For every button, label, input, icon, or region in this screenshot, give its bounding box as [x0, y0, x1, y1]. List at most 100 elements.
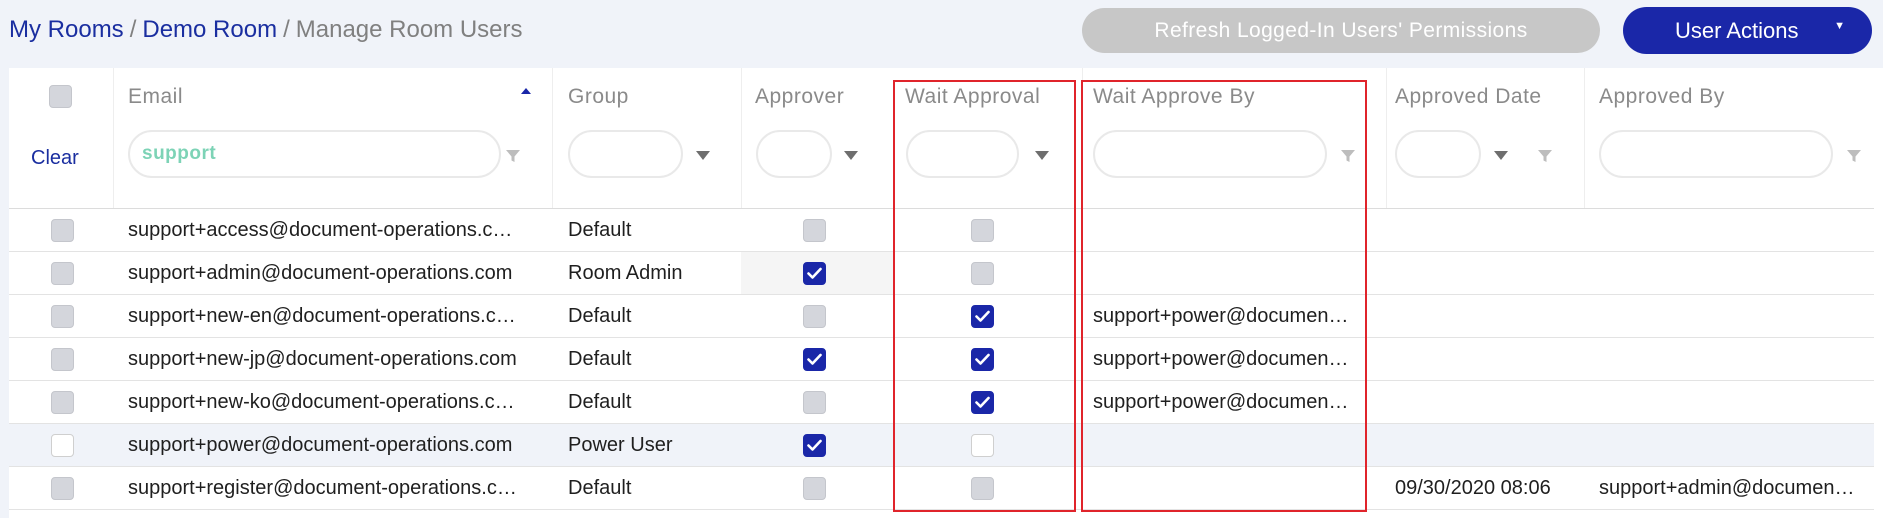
cell-group: Default: [568, 477, 632, 499]
cell-group: Default: [568, 219, 632, 241]
breadcrumb-separator: /: [283, 16, 290, 43]
row-select-checkbox[interactable]: [51, 219, 74, 242]
cell-group: Power User: [568, 434, 673, 456]
cell-approved-by: [1599, 381, 1869, 423]
cell-email: support+new-jp@document-operations.com: [128, 348, 517, 370]
column-header-email[interactable]: Email: [128, 85, 183, 109]
user-actions-label: User Actions: [1675, 18, 1799, 43]
refresh-permissions-button[interactable]: Refresh Logged-In Users' Permissions: [1082, 8, 1600, 53]
approved-date-filter-select[interactable]: [1395, 130, 1481, 178]
column-separator: [1082, 68, 1083, 209]
select-all-checkbox[interactable]: [49, 85, 72, 108]
dropdown-arrow-icon[interactable]: [1494, 151, 1508, 160]
cell-approved-date: [1395, 338, 1580, 380]
filter-funnel-icon[interactable]: [1340, 148, 1356, 164]
breadcrumb-demo-room[interactable]: Demo Room: [142, 16, 277, 43]
wait-approve-by-filter-input[interactable]: [1093, 130, 1327, 178]
approver-checkbox[interactable]: [803, 305, 826, 328]
table-row[interactable]: support+new-en@document-operations.c… Def…: [9, 295, 1874, 338]
cell-wait-approve-by: [1093, 467, 1371, 509]
wait-approval-checkbox[interactable]: [971, 219, 994, 242]
dropdown-arrow-icon[interactable]: [844, 151, 858, 160]
cell-email: support+access@document-operations.c…: [128, 219, 513, 241]
wait-approval-checkbox[interactable]: [971, 477, 994, 500]
user-actions-button[interactable]: User Actions ▼: [1623, 7, 1872, 54]
column-header-group[interactable]: Group: [568, 85, 629, 109]
cell-approved-by: [1599, 209, 1869, 251]
sort-ascending-icon[interactable]: [521, 88, 531, 94]
approver-checkbox[interactable]: [803, 391, 826, 414]
cell-wait-approve-by: [1093, 424, 1371, 466]
filter-funnel-icon[interactable]: [1846, 148, 1862, 164]
clear-filters-link[interactable]: Clear: [31, 147, 79, 170]
group-filter-select[interactable]: [568, 130, 683, 178]
cell-email: support+new-ko@document-operations.c…: [128, 391, 515, 413]
wait-approval-checkbox[interactable]: [971, 348, 994, 371]
cell-approved-by: [1599, 252, 1869, 294]
wait-approval-checkbox[interactable]: [971, 391, 994, 414]
row-select-checkbox[interactable]: [51, 477, 74, 500]
cell-group: Room Admin: [568, 262, 683, 284]
cell-approved-by: [1599, 295, 1869, 337]
row-select-checkbox[interactable]: [51, 348, 74, 371]
approver-checkbox[interactable]: [803, 219, 826, 242]
column-separator: [741, 68, 742, 209]
table-row[interactable]: support+access@document-operations.c… Def…: [9, 209, 1874, 252]
table-row[interactable]: support+power@document-operations.com Pow…: [9, 424, 1874, 467]
wait-approval-checkbox[interactable]: [971, 262, 994, 285]
cell-approved-by: support+admin@documen…: [1599, 477, 1855, 499]
breadcrumb-current-page: Manage Room Users: [295, 16, 523, 43]
breadcrumb: My Rooms / Demo Room / Manage Room Users: [9, 16, 523, 44]
column-header-wait-approve-by[interactable]: Wait Approve By: [1093, 85, 1255, 109]
cell-approved-date: [1395, 381, 1580, 423]
table-row[interactable]: support+new-ko@document-operations.c… Def…: [9, 381, 1874, 424]
wait-approval-checkbox[interactable]: [971, 305, 994, 328]
approver-filter-select[interactable]: [756, 130, 832, 178]
table-row[interactable]: support+new-jp@document-operations.com De…: [9, 338, 1874, 381]
approver-checkbox[interactable]: [803, 434, 826, 457]
column-header-approver[interactable]: Approver: [755, 85, 844, 109]
cell-wait-approve-by: support+power@documen…: [1093, 391, 1349, 413]
filter-funnel-icon[interactable]: [1537, 148, 1553, 164]
wait-approval-checkbox[interactable]: [971, 434, 994, 457]
cell-approved-by: [1599, 424, 1869, 466]
table-row[interactable]: support+register@document-operations.c… D…: [9, 467, 1874, 510]
column-separator: [1386, 68, 1387, 209]
column-header-wait-approval[interactable]: Wait Approval: [905, 85, 1040, 109]
dropdown-arrow-icon[interactable]: [696, 151, 710, 160]
cell-wait-approve-by: [1093, 209, 1371, 251]
cell-email: support+new-en@document-operations.c…: [128, 305, 516, 327]
row-select-checkbox[interactable]: [51, 391, 74, 414]
column-header-approved-by[interactable]: Approved By: [1599, 85, 1725, 109]
row-select-checkbox[interactable]: [51, 305, 74, 328]
caret-down-icon: ▼: [1834, 20, 1845, 32]
top-bar: My Rooms / Demo Room / Manage Room Users Ref…: [0, 0, 1883, 62]
cell-group: Default: [568, 348, 632, 370]
approver-checkbox[interactable]: [803, 262, 826, 285]
column-separator: [113, 68, 114, 209]
cell-group: Default: [568, 305, 632, 327]
cell-email: support+register@document-operations.c…: [128, 477, 517, 499]
cell-email: support+admin@document-operations.com: [128, 262, 513, 284]
filter-funnel-icon[interactable]: [505, 148, 521, 164]
row-select-checkbox[interactable]: [51, 434, 74, 457]
users-grid: Clear Email Group Approver Wait Approval…: [9, 68, 1883, 518]
dropdown-arrow-icon[interactable]: [1035, 151, 1049, 160]
approver-checkbox[interactable]: [803, 477, 826, 500]
wait-approval-filter-select[interactable]: [906, 130, 1019, 178]
table-row[interactable]: support+admin@document-operations.com Roo…: [9, 252, 1874, 295]
breadcrumb-my-rooms[interactable]: My Rooms: [9, 16, 124, 43]
approver-checkbox[interactable]: [803, 348, 826, 371]
cell-approved-date: 09/30/2020 08:06: [1395, 477, 1551, 499]
column-header-approved-date[interactable]: Approved Date: [1395, 85, 1542, 109]
email-filter-input[interactable]: [128, 130, 501, 178]
grid-header: Clear Email Group Approver Wait Approval…: [9, 68, 1883, 209]
cell-approved-date: [1395, 209, 1580, 251]
cell-approved-date: [1395, 252, 1580, 294]
approved-by-filter-input[interactable]: [1599, 130, 1833, 178]
breadcrumb-separator: /: [129, 16, 137, 43]
row-select-checkbox[interactable]: [51, 262, 74, 285]
cell-group: Default: [568, 391, 632, 413]
cell-approved-date: [1395, 295, 1580, 337]
cell-approved-date: [1395, 424, 1580, 466]
